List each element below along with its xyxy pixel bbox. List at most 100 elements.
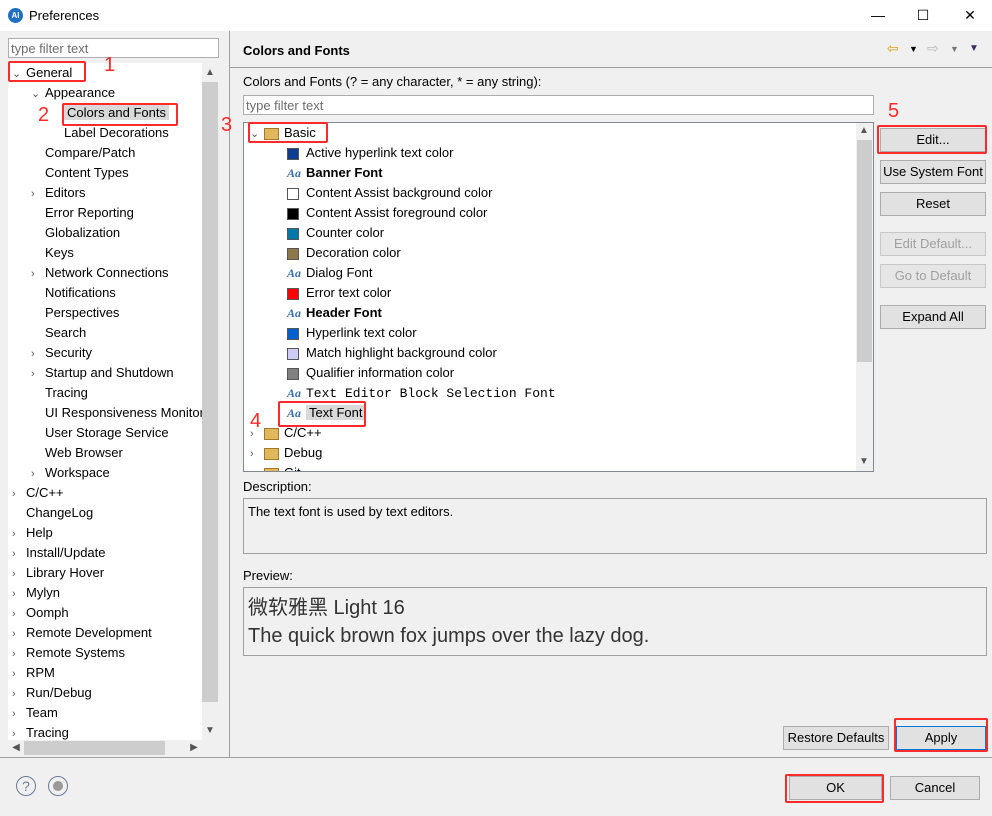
color-font-item[interactable]: Match highlight background color — [287, 343, 497, 363]
chevron-down-icon[interactable]: ⌄ — [250, 124, 264, 144]
tree-item[interactable]: Compare/Patch — [31, 143, 135, 163]
color-font-item[interactable]: Aa Banner Font — [287, 163, 383, 183]
edit-default-button[interactable]: Edit Default... — [880, 232, 986, 256]
chevron-right-icon[interactable]: › — [12, 484, 26, 504]
chevron-right-icon[interactable]: › — [12, 584, 26, 604]
tree-item[interactable]: › Install/Update — [12, 543, 106, 563]
colors-tree-scroll-thumb[interactable] — [857, 140, 872, 362]
pane-divider[interactable] — [229, 31, 230, 757]
tree-item[interactable]: ⌄ General — [12, 63, 72, 83]
tree-item[interactable]: › Editors — [31, 183, 85, 203]
forward-icon[interactable]: ⇨ — [927, 40, 939, 57]
scroll-up-icon[interactable]: ▲ — [202, 65, 218, 81]
tree-item[interactable]: › Tracing — [12, 723, 69, 740]
color-font-item[interactable]: Aa Text Font — [287, 403, 366, 423]
color-font-item[interactable]: Content Assist background color — [287, 183, 492, 203]
chevron-right-icon[interactable]: › — [12, 644, 26, 664]
ok-button[interactable]: OK — [789, 776, 882, 800]
tree-item[interactable]: › Oomph — [12, 603, 69, 623]
color-font-item[interactable]: Aa Dialog Font — [287, 263, 372, 283]
record-icon[interactable] — [48, 776, 68, 796]
color-font-item[interactable]: Counter color — [287, 223, 384, 243]
tree-item[interactable]: › Startup and Shutdown — [31, 363, 174, 383]
apply-button[interactable]: Apply — [896, 726, 986, 750]
chevron-right-icon[interactable]: › — [31, 344, 45, 364]
tree-item[interactable]: › Network Connections — [31, 263, 169, 283]
scroll-down-icon[interactable]: ▼ — [856, 454, 872, 470]
tree-item[interactable]: Web Browser — [31, 443, 123, 463]
chevron-right-icon[interactable]: › — [12, 724, 26, 740]
tree-item[interactable]: › Library Hover — [12, 563, 104, 583]
tree-item[interactable]: Notifications — [31, 283, 116, 303]
restore-defaults-button[interactable]: Restore Defaults — [783, 726, 889, 750]
edit-button[interactable]: Edit... — [880, 128, 986, 152]
chevron-right-icon[interactable]: › — [31, 184, 45, 204]
tree-item[interactable]: › Remote Systems — [12, 643, 125, 663]
tree-item[interactable]: Keys — [31, 243, 74, 263]
chevron-right-icon[interactable]: › — [31, 364, 45, 384]
color-font-item[interactable]: Active hyperlink text color — [287, 143, 453, 163]
view-menu-icon[interactable]: ▼ — [969, 43, 979, 54]
tree-item[interactable]: › RPM — [12, 663, 55, 683]
chevron-down-icon[interactable]: ⌄ — [31, 84, 45, 104]
chevron-right-icon[interactable]: › — [12, 544, 26, 564]
cancel-button[interactable]: Cancel — [890, 776, 980, 800]
tree-item[interactable]: Globalization — [31, 223, 120, 243]
color-font-item[interactable]: Error text color — [287, 283, 391, 303]
expand-all-button[interactable]: Expand All — [880, 305, 986, 329]
color-font-item[interactable]: Hyperlink text color — [287, 323, 417, 343]
tree-item[interactable]: Search — [31, 323, 86, 343]
tree-item[interactable]: Label Decorations — [50, 123, 169, 143]
chevron-right-icon[interactable]: › — [12, 704, 26, 724]
tree-item[interactable]: Colors and Fonts — [50, 103, 169, 123]
scroll-down-icon[interactable]: ▼ — [202, 723, 218, 739]
chevron-right-icon[interactable]: › — [12, 624, 26, 644]
minimize-button[interactable]: — — [863, 4, 893, 26]
tree-item[interactable]: › C/C++ — [12, 483, 64, 503]
category-item[interactable]: › Git — [250, 463, 301, 471]
forward-menu-icon[interactable]: ▼ — [950, 44, 959, 54]
category-item[interactable]: › Debug — [250, 443, 322, 463]
tree-item[interactable]: Perspectives — [31, 303, 119, 323]
color-font-item[interactable]: Decoration color — [287, 243, 401, 263]
scroll-right-icon[interactable]: ▶ — [186, 740, 202, 756]
category-item[interactable]: ⌄ Basic — [250, 123, 316, 143]
color-font-item[interactable]: Content Assist foreground color — [287, 203, 487, 223]
back-menu-icon[interactable]: ▼ — [909, 44, 918, 54]
chevron-right-icon[interactable]: › — [12, 524, 26, 544]
tree-scroll-thumb[interactable] — [202, 82, 218, 702]
close-button[interactable]: ✕ — [955, 4, 985, 26]
tree-item[interactable]: › Mylyn — [12, 583, 60, 603]
chevron-right-icon[interactable]: › — [12, 664, 26, 684]
scroll-left-icon[interactable]: ◀ — [8, 740, 24, 756]
tree-item[interactable]: ChangeLog — [12, 503, 93, 523]
tree-item[interactable]: › Help — [12, 523, 53, 543]
tree-item[interactable]: Error Reporting — [31, 203, 134, 223]
tree-item[interactable]: › Remote Development — [12, 623, 152, 643]
tree-item[interactable]: › Security — [31, 343, 92, 363]
chevron-down-icon[interactable]: ⌄ — [12, 64, 26, 84]
tree-item[interactable]: UI Responsiveness Monitoring — [31, 403, 202, 423]
chevron-right-icon[interactable]: › — [12, 564, 26, 584]
tree-item[interactable]: User Storage Service — [31, 423, 169, 443]
maximize-button[interactable]: ☐ — [908, 4, 938, 26]
chevron-right-icon[interactable]: › — [12, 684, 26, 704]
color-font-item[interactable]: Qualifier information color — [287, 363, 454, 383]
chevron-right-icon[interactable]: › — [31, 264, 45, 284]
scroll-up-icon[interactable]: ▲ — [856, 123, 872, 139]
help-icon[interactable]: ? — [16, 776, 36, 796]
color-font-item[interactable]: Aa Header Font — [287, 303, 382, 323]
chevron-right-icon[interactable]: › — [250, 444, 264, 464]
tree-item[interactable]: › Run/Debug — [12, 683, 92, 703]
chevron-right-icon[interactable]: › — [31, 464, 45, 484]
colors-filter-input[interactable] — [243, 95, 874, 115]
tree-item[interactable]: Content Types — [31, 163, 129, 183]
color-font-item[interactable]: Aa Text Editor Block Selection Font — [287, 383, 556, 403]
chevron-right-icon[interactable]: › — [12, 604, 26, 624]
tree-item[interactable]: › Workspace — [31, 463, 110, 483]
tree-item[interactable]: Tracing — [31, 383, 88, 403]
tree-hscroll-thumb[interactable] — [24, 741, 165, 755]
tree-item[interactable]: ⌄ Appearance — [31, 83, 115, 103]
reset-button[interactable]: Reset — [880, 192, 986, 216]
back-icon[interactable]: ⇦ — [887, 40, 899, 57]
